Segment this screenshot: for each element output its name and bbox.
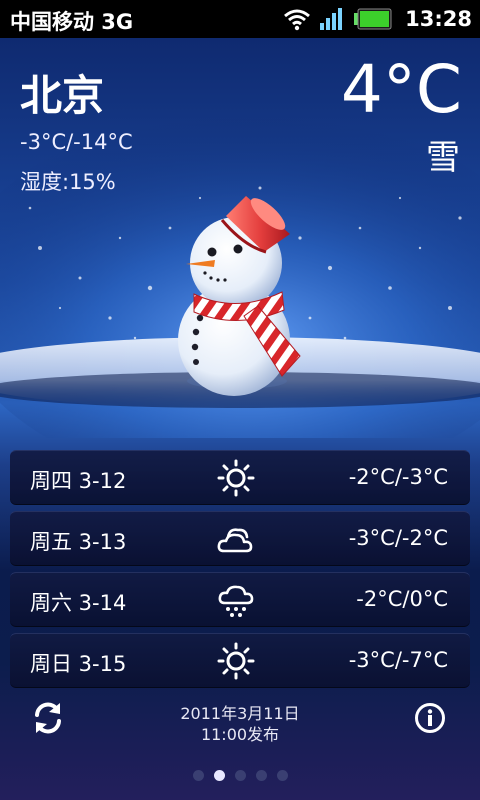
current-condition: 雪	[426, 138, 460, 178]
forecast-row[interactable]: 周日 3-15 -3°C/-7°C	[10, 633, 470, 688]
today-temperature-range: -3°C/-14°C	[20, 130, 133, 154]
humidity-label: 湿度:15%	[20, 170, 116, 194]
status-bar: 中国移动 3G 13:28	[0, 0, 480, 38]
page-dot[interactable]	[234, 770, 246, 781]
forecast-row[interactable]: 周六 3-14 -2°C/0°C	[10, 572, 470, 627]
forecast-temperature: -3°C/-2°C	[348, 526, 448, 550]
refresh-icon[interactable]	[30, 700, 66, 736]
snow-icon	[218, 585, 254, 617]
status-icons: 13:28	[283, 4, 472, 34]
forecast-list: 周四 3-12 -2°C/-3°C 周五 3-13 -3°C/-2°C 周六 3…	[10, 450, 470, 694]
wifi-icon	[284, 9, 311, 31]
weather-app: 北京 -3°C/-14°C 湿度:15% 4°C 雪 周四 3-12 -2°C/…	[0, 38, 480, 800]
publish-time: 11:00发布	[200, 725, 280, 744]
carrier-label: 中国移动 3G	[10, 10, 134, 34]
sunny-icon	[217, 642, 255, 680]
forecast-temperature: -3°C/-7°C	[348, 648, 448, 672]
forecast-day: 周五 3-13	[30, 530, 127, 554]
info-icon[interactable]	[414, 702, 446, 734]
city-name[interactable]: 北京	[20, 62, 104, 123]
forecast-day: 周四 3-12	[30, 469, 127, 493]
page-dot[interactable]	[192, 770, 204, 781]
page-dot[interactable]	[276, 770, 288, 781]
forecast-row[interactable]: 周五 3-13 -3°C/-2°C	[10, 511, 470, 566]
forecast-row[interactable]: 周四 3-12 -2°C/-3°C	[10, 450, 470, 505]
signal-icon	[320, 8, 343, 30]
forecast-temperature: -2°C/-3°C	[348, 465, 448, 489]
page-indicator	[0, 770, 480, 781]
current-temperature: 4°C	[340, 51, 462, 128]
page-dot[interactable]	[255, 770, 267, 781]
forecast-day: 周六 3-14	[30, 591, 127, 615]
cloudy-icon	[217, 528, 253, 553]
clock: 13:28	[405, 7, 472, 31]
battery-icon	[354, 8, 392, 30]
sunny-icon	[217, 459, 255, 497]
bottom-toolbar: 2011年3月11日 11:00发布	[0, 688, 480, 758]
forecast-day: 周日 3-15	[30, 652, 127, 676]
page-dot-active[interactable]	[213, 770, 225, 781]
forecast-temperature: -2°C/0°C	[356, 587, 448, 611]
